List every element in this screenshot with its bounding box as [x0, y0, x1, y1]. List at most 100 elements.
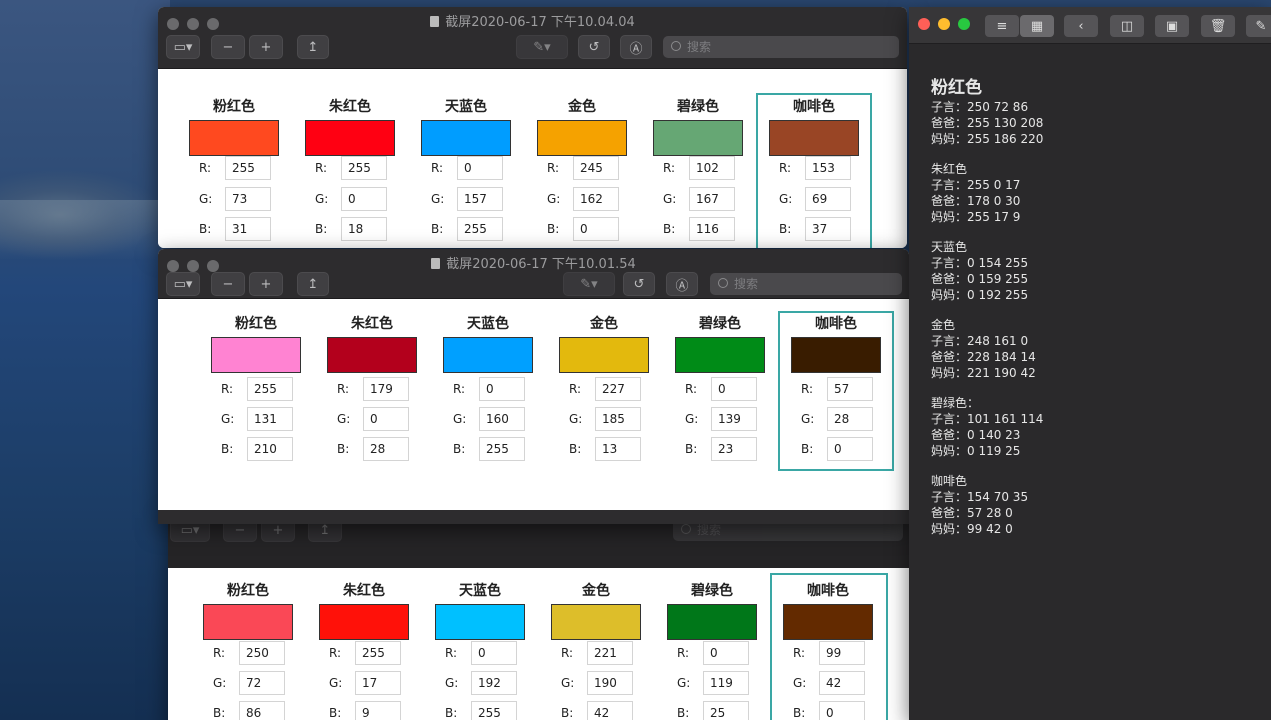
color-swatch	[443, 337, 533, 373]
swatch-4: 碧绿色	[656, 580, 768, 640]
r-value-row: R: 0	[431, 156, 503, 180]
close-button[interactable]	[918, 18, 930, 30]
b-value-row: B: 13	[569, 437, 641, 461]
preview-window-top: 截屏2020-06-17 下午10.04.04 ▭▾ − + ↥ ✎▾ ↺ Ⓐ …	[158, 7, 907, 248]
markup-pen-button[interactable]: ✎▾	[563, 272, 615, 296]
document-image: 粉红色 R: 255 G: 131 B: 210 朱红色 R: 179 G: 0 B: 28 天蓝色 R: 0 G…	[158, 299, 909, 510]
b-label: B:	[337, 442, 350, 456]
g-value-row: G: 73	[199, 187, 271, 211]
b-value-row: B: 255	[431, 217, 503, 241]
g-value-row: G: 0	[315, 187, 387, 211]
r-value: 0	[457, 156, 503, 180]
sidebar-toggle-button[interactable]: ▭▾	[166, 272, 200, 296]
g-value-row: G: 167	[663, 187, 735, 211]
r-value-row: R: 255	[199, 156, 271, 180]
r-value-row: R: 0	[445, 641, 517, 665]
r-label: R:	[445, 646, 458, 660]
b-value-row: B: 31	[199, 217, 271, 241]
swatch-name: 金色	[568, 99, 596, 115]
note-title: 粉红色	[931, 78, 982, 98]
titlebar: 截屏2020-06-17 下午10.04.04 ▭▾ − + ↥ ✎▾ ↺ Ⓐ …	[158, 7, 907, 69]
note-section: 天蓝色 子言：0 154 255 爸爸：0 159 255 妈妈：0 192 255	[931, 239, 1043, 303]
g-label: G:	[431, 192, 445, 206]
g-value-row: G: 192	[445, 671, 517, 695]
g-value-row: G: 162	[547, 187, 619, 211]
zoom-out-button[interactable]: −	[211, 35, 245, 59]
r-value: 245	[573, 156, 619, 180]
r-value-row: R: 179	[337, 377, 409, 401]
b-label: B:	[677, 706, 690, 720]
g-value: 190	[587, 671, 633, 695]
b-value-row: B: 28	[337, 437, 409, 461]
r-label: R:	[685, 382, 698, 396]
window-title: 截屏2020-06-17 下午10.04.04	[158, 11, 907, 30]
g-value-row: G: 157	[431, 187, 503, 211]
color-swatch	[653, 120, 743, 156]
minimize-button[interactable]	[938, 18, 950, 30]
g-value: 139	[711, 407, 757, 431]
swatch-name: 碧绿色	[677, 99, 719, 115]
note-line: 子言：248 161 0	[931, 334, 1029, 348]
g-value-row: G: 17	[329, 671, 401, 695]
sidebar-icon[interactable]: ◫	[1110, 15, 1144, 37]
window-controls	[918, 18, 970, 30]
r-label: R:	[337, 382, 350, 396]
b-value: 255	[471, 701, 517, 720]
preview-window-middle: 截屏2020-06-17 下午10.01.54 ▭▾ − + ↥ ✎▾ ↺ Ⓐ …	[158, 249, 909, 524]
g-label: G:	[561, 676, 575, 690]
g-label: G:	[315, 192, 329, 206]
swatch-name: 朱红色	[343, 583, 385, 599]
search-input[interactable]: 搜索	[663, 36, 899, 58]
color-swatch	[189, 120, 279, 156]
note-line: 子言：154 70 35	[931, 490, 1029, 504]
zoom-in-button[interactable]: +	[249, 35, 283, 59]
g-value: 73	[225, 187, 271, 211]
g-value-row: G: 131	[221, 407, 293, 431]
rotate-button[interactable]: ↺	[578, 35, 610, 59]
note-section-heading: 碧绿色：	[931, 396, 980, 410]
markup-pen-button[interactable]: ✎▾	[516, 35, 568, 59]
r-value-row: R: 255	[221, 377, 293, 401]
g-value-row: G: 119	[677, 671, 749, 695]
note-line: 爸爸：178 0 30	[931, 194, 1021, 208]
delete-button[interactable]: 🗑	[1201, 15, 1235, 37]
zoom-button[interactable]	[958, 18, 970, 30]
markup-button[interactable]: Ⓐ	[620, 35, 652, 59]
zoom-out-button[interactable]: −	[211, 272, 245, 296]
note-line: 爸爸：0 140 23	[931, 428, 1021, 442]
b-label: B:	[431, 222, 444, 236]
compose-button[interactable]: ✎	[1246, 15, 1271, 37]
rotate-button[interactable]: ↺	[623, 272, 655, 296]
note-content[interactable]: 粉红色 子言：250 72 86 爸爸：255 130 208 妈妈：255 186…	[931, 77, 1043, 551]
b-value: 25	[703, 701, 749, 720]
note-line: 妈妈：0 192 255	[931, 288, 1029, 302]
note-line: 妈妈：255 186 220	[931, 132, 1044, 146]
b-value: 86	[239, 701, 285, 720]
b-label: B:	[685, 442, 698, 456]
sidebar-toggle-button[interactable]: ▭▾	[166, 35, 200, 59]
b-value-row: B: 25	[677, 701, 749, 720]
desktop-wallpaper	[0, 0, 170, 720]
note-line: 子言：0 154 255	[931, 256, 1029, 270]
note-line: 爸爸：57 28 0	[931, 506, 1013, 520]
note-line: 妈妈：221 190 42	[931, 366, 1036, 380]
note-section: 咖啡色子言：154 70 35 爸爸：57 28 0 妈妈：99 42 0	[931, 473, 1043, 537]
gallery-view-button[interactable]: ▦	[1020, 15, 1054, 37]
g-value: 192	[471, 671, 517, 695]
zoom-in-button[interactable]: +	[249, 272, 283, 296]
share-button[interactable]: ↥	[297, 35, 329, 59]
attachments-button[interactable]: ▣	[1155, 15, 1189, 37]
g-label: G:	[199, 192, 213, 206]
note-section-heading: 咖啡色	[931, 474, 968, 488]
back-button[interactable]: ‹	[1064, 15, 1098, 37]
note-line: 妈妈：99 42 0	[931, 522, 1013, 536]
document-icon	[431, 258, 441, 269]
r-label: R:	[569, 382, 582, 396]
search-input[interactable]: 搜索	[710, 273, 902, 295]
preview-window-bottom: ▭▾ − + ↥ 搜索 粉红色 R: 250 G: 72 B: 86 朱红色 R: 255 G: 17…	[168, 512, 909, 720]
swatch-name: 金色	[590, 316, 618, 332]
markup-button[interactable]: Ⓐ	[666, 272, 698, 296]
share-button[interactable]: ↥	[297, 272, 329, 296]
g-label: G:	[663, 192, 677, 206]
list-view-button[interactable]: ≡	[985, 15, 1019, 37]
